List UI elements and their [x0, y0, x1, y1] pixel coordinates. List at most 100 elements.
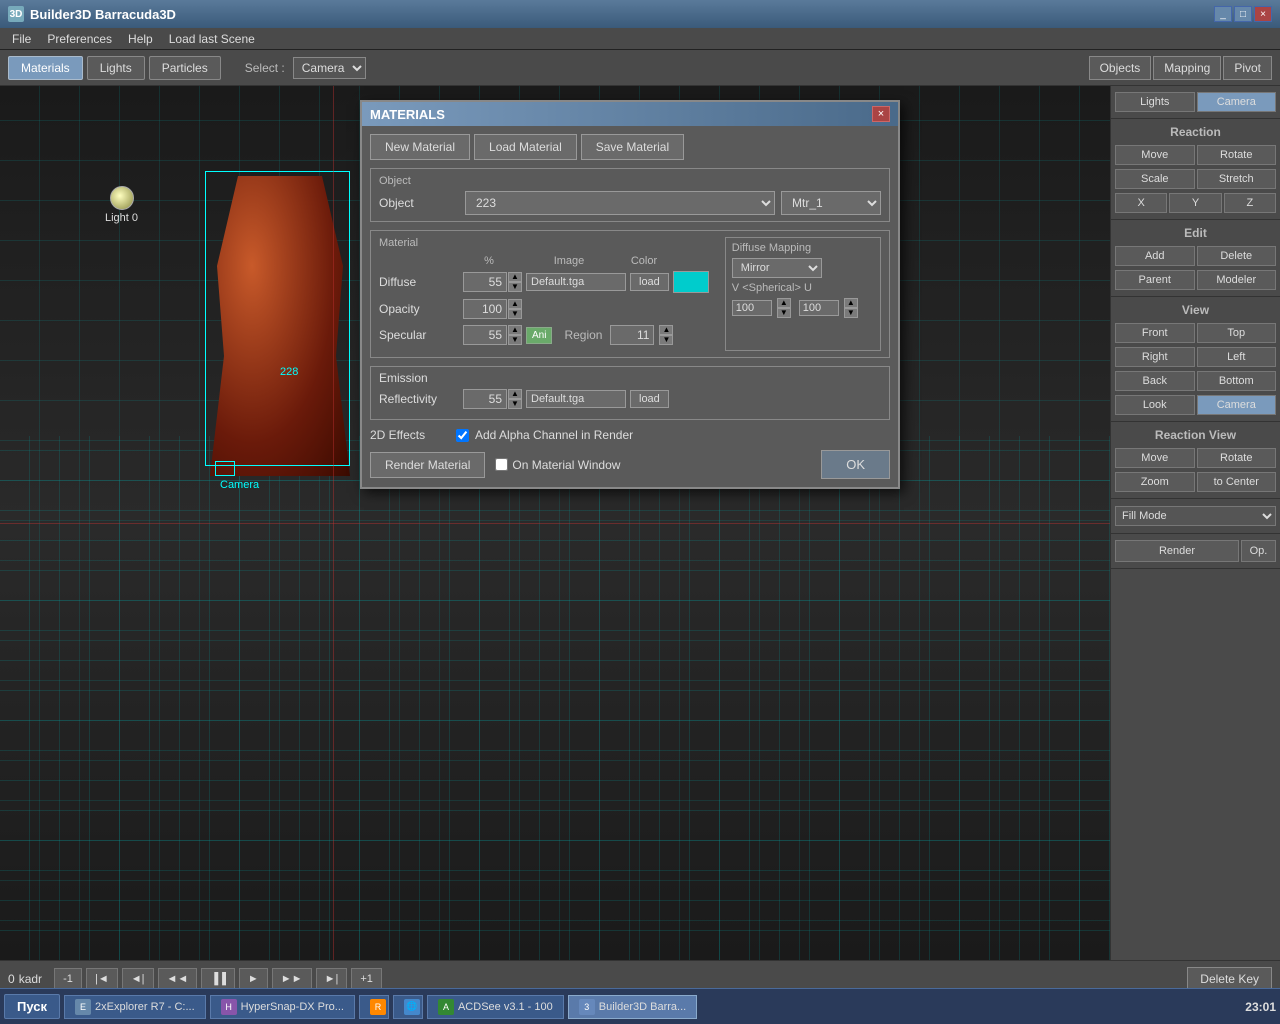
camera-view-btn[interactable]: Camera — [1197, 395, 1277, 415]
step-back-btn[interactable]: -1 — [54, 968, 82, 990]
rv-move-btn[interactable]: Move — [1115, 448, 1195, 468]
rv-rotate-btn[interactable]: Rotate — [1197, 448, 1277, 468]
taskbar-globe[interactable]: 🌐 — [393, 995, 423, 1019]
tab-materials[interactable]: Materials — [8, 56, 83, 80]
objects-button[interactable]: Objects — [1089, 56, 1152, 80]
bottom-btn[interactable]: Bottom — [1197, 371, 1277, 391]
camera-select[interactable]: Camera Object Light — [293, 57, 366, 79]
ffwd-btn[interactable]: ►► — [272, 968, 312, 990]
maximize-button[interactable]: □ — [1234, 6, 1252, 22]
mtr-select[interactable]: Mtr_1 — [781, 191, 881, 215]
taskbar-acdsee[interactable]: A ACDSee v3.1 - 100 — [427, 995, 564, 1019]
op-button[interactable]: Op. — [1241, 540, 1276, 562]
diffuse-image-input[interactable]: Default.tga — [526, 273, 626, 291]
rewind-start-btn[interactable]: |◄ — [86, 968, 118, 990]
opacity-spinner-arrows: ▲ ▼ — [508, 299, 522, 319]
taskbar-rss[interactable]: R — [359, 995, 389, 1019]
scale-btn[interactable]: Scale — [1115, 169, 1195, 189]
on-material-window-row: On Material Window — [495, 458, 620, 472]
modeler-btn[interactable]: Modeler — [1197, 270, 1277, 290]
menu-help[interactable]: Help — [120, 30, 161, 48]
ffwd-end-btn[interactable]: ►| — [316, 968, 348, 990]
reflectivity-down-btn[interactable]: ▼ — [508, 399, 522, 409]
move-reaction-btn[interactable]: Move — [1115, 145, 1195, 165]
back-btn[interactable]: Back — [1115, 371, 1195, 391]
z-btn[interactable]: Z — [1224, 193, 1276, 213]
right-view-btn[interactable]: Right — [1115, 347, 1195, 367]
save-material-button[interactable]: Save Material — [581, 134, 684, 160]
x-btn[interactable]: X — [1115, 193, 1167, 213]
opacity-down-btn[interactable]: ▼ — [508, 309, 522, 319]
diffuse-color-swatch[interactable] — [673, 271, 709, 293]
menu-load-last[interactable]: Load last Scene — [161, 30, 263, 48]
fwd-btn[interactable]: ► — [239, 968, 268, 990]
opacity-percent-input[interactable]: 100 — [463, 299, 507, 319]
front-btn[interactable]: Front — [1115, 323, 1195, 343]
object-select[interactable]: 223 — [465, 191, 775, 215]
minimize-button[interactable]: _ — [1214, 6, 1232, 22]
reflectivity-image-input[interactable]: Default.tga — [526, 390, 626, 408]
left-btn[interactable]: Left — [1197, 347, 1277, 367]
pause-btn[interactable]: ▐▐ — [201, 968, 235, 990]
on-material-checkbox[interactable] — [495, 458, 508, 471]
ok-button[interactable]: OK — [821, 450, 890, 479]
specular-percent-input[interactable]: 55 — [463, 325, 507, 345]
render-material-button[interactable]: Render Material — [370, 452, 485, 478]
fill-mode-select[interactable]: Fill Mode Wireframe Points — [1115, 506, 1276, 526]
reflectivity-up-btn[interactable]: ▲ — [508, 389, 522, 399]
region-down-btn[interactable]: ▼ — [659, 335, 673, 345]
back-btn-tl[interactable]: ◄◄ — [158, 968, 198, 990]
stretch-btn[interactable]: Stretch — [1197, 169, 1277, 189]
camera-button[interactable]: Camera — [1197, 92, 1277, 112]
ani-button[interactable]: Ani — [526, 327, 552, 344]
rewind-btn[interactable]: ◄| — [122, 968, 154, 990]
reflectivity-load-button[interactable]: load — [630, 390, 669, 408]
tab-particles[interactable]: Particles — [149, 56, 221, 80]
v-down-btn[interactable]: ▼ — [777, 308, 791, 318]
menu-preferences[interactable]: Preferences — [39, 30, 120, 48]
delete-btn[interactable]: Delete — [1197, 246, 1277, 266]
pivot-button[interactable]: Pivot — [1223, 56, 1272, 80]
mapping-button[interactable]: Mapping — [1153, 56, 1221, 80]
v-input[interactable]: 100 — [732, 300, 772, 316]
u-input[interactable]: 100 — [799, 300, 839, 316]
specular-up-btn[interactable]: ▲ — [508, 325, 522, 335]
opacity-up-btn[interactable]: ▲ — [508, 299, 522, 309]
rotate-reaction-btn[interactable]: Rotate — [1197, 145, 1277, 165]
add-alpha-checkbox[interactable] — [456, 429, 469, 442]
to-center-btn[interactable]: to Center — [1197, 472, 1277, 492]
menu-file[interactable]: File — [4, 30, 39, 48]
top-btn[interactable]: Top — [1197, 323, 1277, 343]
render-button[interactable]: Render — [1115, 540, 1239, 562]
u-up-btn[interactable]: ▲ — [844, 298, 858, 308]
diffuse-down-btn[interactable]: ▼ — [508, 282, 522, 292]
tab-lights[interactable]: Lights — [87, 56, 145, 80]
close-button[interactable]: × — [1254, 6, 1272, 22]
reflectivity-percent-input[interactable]: 55 — [463, 389, 507, 409]
parent-btn[interactable]: Parent — [1115, 270, 1195, 290]
y-btn[interactable]: Y — [1169, 193, 1221, 213]
taskbar-hypersnap[interactable]: H HyperSnap-DX Pro... — [210, 995, 355, 1019]
new-material-button[interactable]: New Material — [370, 134, 470, 160]
u-down-btn[interactable]: ▼ — [844, 308, 858, 318]
zoom-btn[interactable]: Zoom — [1115, 472, 1195, 492]
delete-key-button[interactable]: Delete Key — [1187, 967, 1272, 991]
look-btn[interactable]: Look — [1115, 395, 1195, 415]
lights-button[interactable]: Lights — [1115, 92, 1195, 112]
diffuse-percent-input[interactable]: 55 — [463, 272, 507, 292]
diffuse-up-btn[interactable]: ▲ — [508, 272, 522, 282]
taskbar-explorer[interactable]: E 2xExplorer R7 - C:... — [64, 995, 206, 1019]
mirror-select[interactable]: Mirror Tile Clamp — [732, 258, 822, 278]
dialog-close-button[interactable]: × — [872, 106, 890, 122]
region-up-btn[interactable]: ▲ — [659, 325, 673, 335]
region-input[interactable]: 11 — [610, 325, 654, 345]
start-button[interactable]: Пуск — [4, 994, 60, 1019]
specular-down-btn[interactable]: ▼ — [508, 335, 522, 345]
diffuse-load-button[interactable]: load — [630, 273, 669, 291]
emission-row: Emission — [379, 371, 881, 385]
v-up-btn[interactable]: ▲ — [777, 298, 791, 308]
load-material-button[interactable]: Load Material — [474, 134, 577, 160]
add-btn[interactable]: Add — [1115, 246, 1195, 266]
taskbar-builder3d[interactable]: 3 Builder3D Barra... — [568, 995, 697, 1019]
step-fwd-btn[interactable]: +1 — [351, 968, 382, 990]
